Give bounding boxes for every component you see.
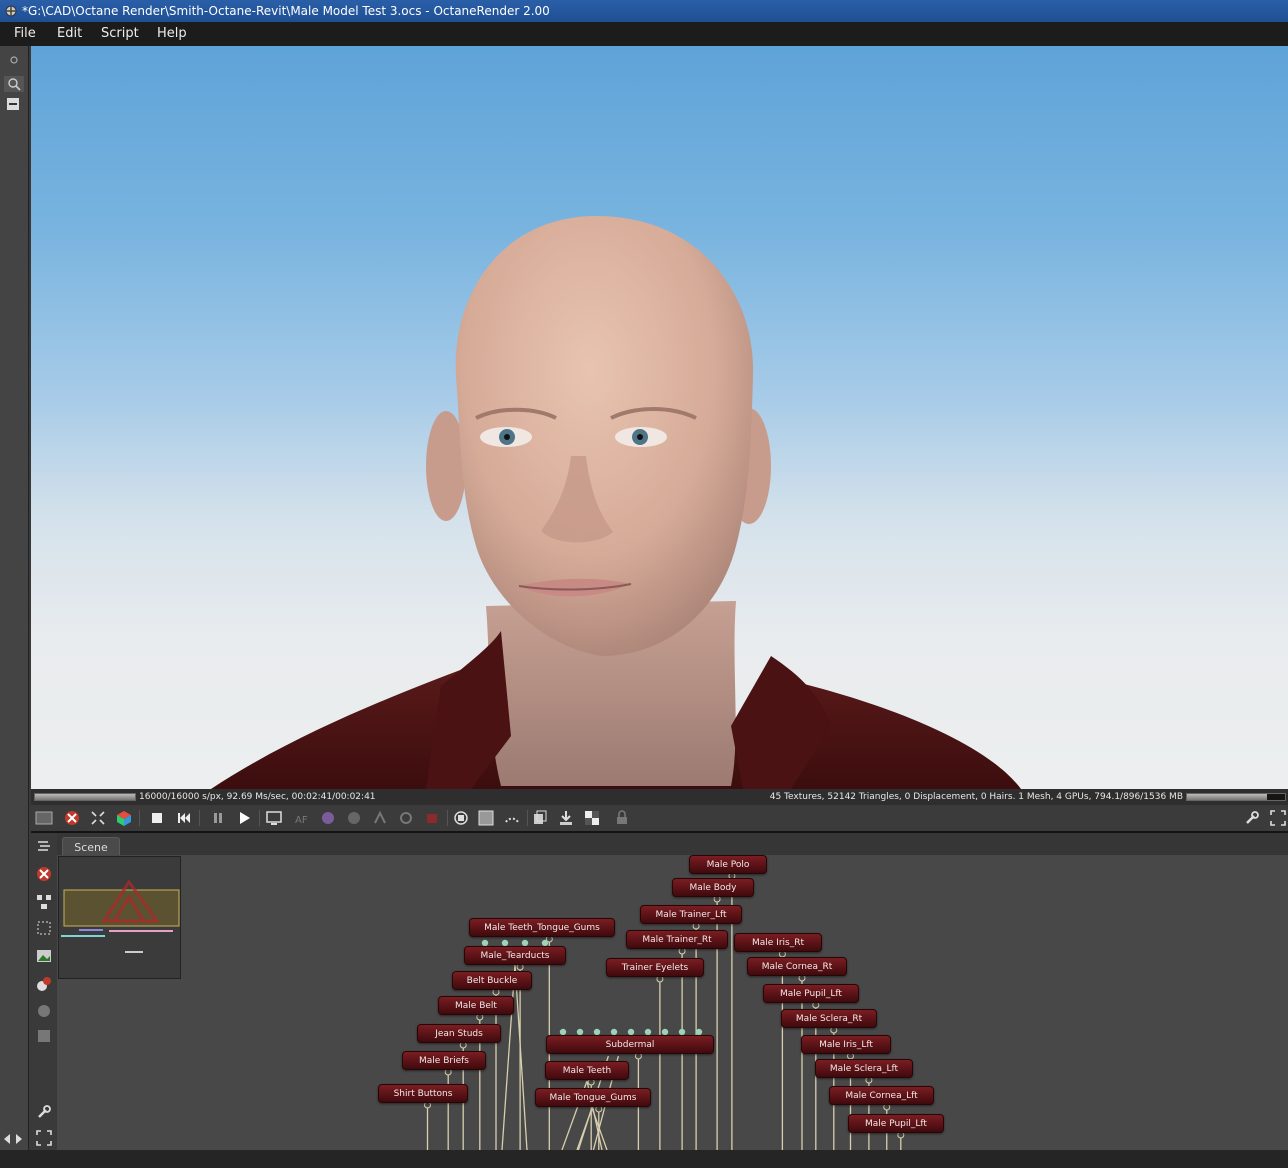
node-editor-toolbar: [31, 833, 58, 1150]
render-progress-bar: [34, 793, 136, 801]
menu-file[interactable]: File: [14, 22, 36, 46]
menu-help[interactable]: Help: [157, 22, 187, 46]
graph-node[interactable]: Male_Tearducts: [464, 946, 566, 965]
graph-node[interactable]: Male Trainer_Lft: [640, 905, 742, 924]
toolbar-separator: [199, 810, 200, 826]
object-picker-icon[interactable]: [345, 809, 363, 827]
color-cube-icon[interactable]: [115, 809, 133, 827]
restart-icon[interactable]: [175, 809, 193, 827]
render-region-icon[interactable]: [35, 809, 53, 827]
copy-to-clipboard-icon[interactable]: [531, 809, 549, 827]
node-graph[interactable]: Male Polo Male Body Male Trainer_Lft Male T…: [57, 855, 1288, 1150]
render-progress-fill: [35, 794, 135, 800]
menu-script[interactable]: Script: [101, 22, 139, 46]
tab-scene[interactable]: Scene: [62, 837, 120, 857]
render-image: [211, 216, 1021, 789]
render-toolbar: AF: [31, 805, 1288, 833]
graph-layout-icon[interactable]: [35, 837, 53, 855]
graph-nodes-icon[interactable]: [35, 893, 53, 911]
graph-node[interactable]: Male Iris_Rt: [734, 933, 822, 952]
graph-node[interactable]: Male Sclera_Rt: [781, 1009, 877, 1028]
autofocus-icon[interactable]: AF: [293, 809, 311, 827]
clay-mode-icon[interactable]: [423, 809, 441, 827]
display-icon[interactable]: [265, 809, 283, 827]
save-render-icon[interactable]: [557, 809, 575, 827]
graph-node[interactable]: Male Cornea_Lft: [829, 1086, 934, 1105]
graph-node[interactable]: Male Iris_Lft: [801, 1035, 891, 1054]
render-stats: 16000/16000 s/px, 92.69 Ms/sec, 00:02:41…: [139, 792, 376, 802]
navigator-preview: [61, 879, 180, 953]
graph-material-icon[interactable]: [35, 975, 53, 993]
graph-grid-icon[interactable]: [35, 1027, 53, 1045]
graph-node[interactable]: Male Trainer_Rt: [626, 930, 728, 949]
octane-app-icon: [5, 5, 17, 17]
render-status-bar: 16000/16000 s/px, 92.69 Ms/sec, 00:02:41…: [31, 789, 1288, 805]
graph-node[interactable]: Male Pupil_Lft: [848, 1114, 944, 1133]
graph-navigator[interactable]: [58, 856, 181, 979]
dock-pin-icon[interactable]: [6, 53, 22, 67]
play-icon[interactable]: [235, 809, 253, 827]
graph-sphere-icon[interactable]: [35, 1001, 53, 1019]
toolbar-separator: [527, 810, 528, 826]
dock-arrows-icon[interactable]: [2, 1132, 24, 1146]
window-title: *G:\CAD\Octane Render\Smith-Octane-Revit…: [22, 4, 550, 18]
toolbar-separator: [139, 810, 140, 826]
graph-fullscreen-icon[interactable]: [35, 1129, 53, 1147]
white-balance-icon[interactable]: [397, 809, 415, 827]
graph-node[interactable]: Subdermal: [546, 1035, 714, 1054]
menu-edit[interactable]: Edit: [57, 22, 82, 46]
viewport-lock-icon[interactable]: [452, 809, 470, 827]
graph-select-icon[interactable]: [35, 919, 53, 937]
graph-image-icon[interactable]: [35, 947, 53, 965]
memory-progress-fill: [1187, 794, 1268, 800]
graph-node[interactable]: Male Briefs: [402, 1051, 486, 1070]
render-viewport[interactable]: [31, 46, 1288, 789]
reset-zoom-icon[interactable]: [89, 809, 107, 827]
stop-icon[interactable]: [148, 809, 166, 827]
graph-node[interactable]: Belt Buckle: [452, 971, 532, 990]
graph-node[interactable]: Male Belt: [438, 996, 514, 1015]
graph-node[interactable]: Male Pupil_Lft: [763, 984, 859, 1003]
graph-node[interactable]: Shirt Buttons: [378, 1084, 468, 1103]
recenter-view-icon[interactable]: [63, 809, 81, 827]
recenter-graph-icon[interactable]: [35, 865, 53, 883]
title-bar: *G:\CAD\Octane Render\Smith-Octane-Revit…: [0, 0, 1288, 22]
zoom-icon[interactable]: [4, 76, 24, 92]
toolbar-separator: [259, 810, 260, 826]
scene-stats: 45 Textures, 52142 Triangles, 0 Displace…: [769, 792, 1183, 802]
graph-node[interactable]: Male Body: [672, 878, 754, 897]
svg-text:AF: AF: [295, 815, 308, 826]
graph-node[interactable]: Male Cornea_Rt: [747, 957, 847, 976]
graph-node[interactable]: Jean Studs: [417, 1024, 501, 1043]
fullscreen-icon[interactable]: [1269, 809, 1287, 827]
graph-node[interactable]: Male Polo: [689, 855, 767, 874]
memory-progress-bar: [1186, 793, 1286, 801]
left-dock: [0, 46, 29, 1150]
material-picker-icon[interactable]: [319, 809, 337, 827]
pause-icon[interactable]: [209, 809, 227, 827]
region-render-icon[interactable]: [477, 809, 495, 827]
alpha-channel-icon[interactable]: [583, 809, 601, 827]
graph-wrench-icon[interactable]: [35, 1103, 53, 1121]
graph-node[interactable]: Male Sclera_Lft: [815, 1059, 913, 1078]
lock-icon[interactable]: [613, 809, 631, 827]
graph-node[interactable]: Male Teeth: [545, 1061, 629, 1080]
camera-target-icon[interactable]: [371, 809, 389, 827]
graph-node[interactable]: Trainer Eyelets: [606, 958, 704, 977]
toolbar-separator: [447, 810, 448, 826]
graph-node[interactable]: Male Teeth_Tongue_Gums: [469, 918, 615, 937]
collapse-icon[interactable]: [7, 98, 19, 110]
bottom-status-strip: [0, 1150, 1288, 1168]
gpu-usage-icon[interactable]: [503, 809, 521, 827]
node-editor-tabs: [57, 833, 1288, 855]
graph-node[interactable]: Male Tongue_Gums: [535, 1088, 651, 1107]
menu-bar: File Edit Script Help: [0, 22, 1288, 46]
settings-wrench-icon[interactable]: [1243, 809, 1261, 827]
